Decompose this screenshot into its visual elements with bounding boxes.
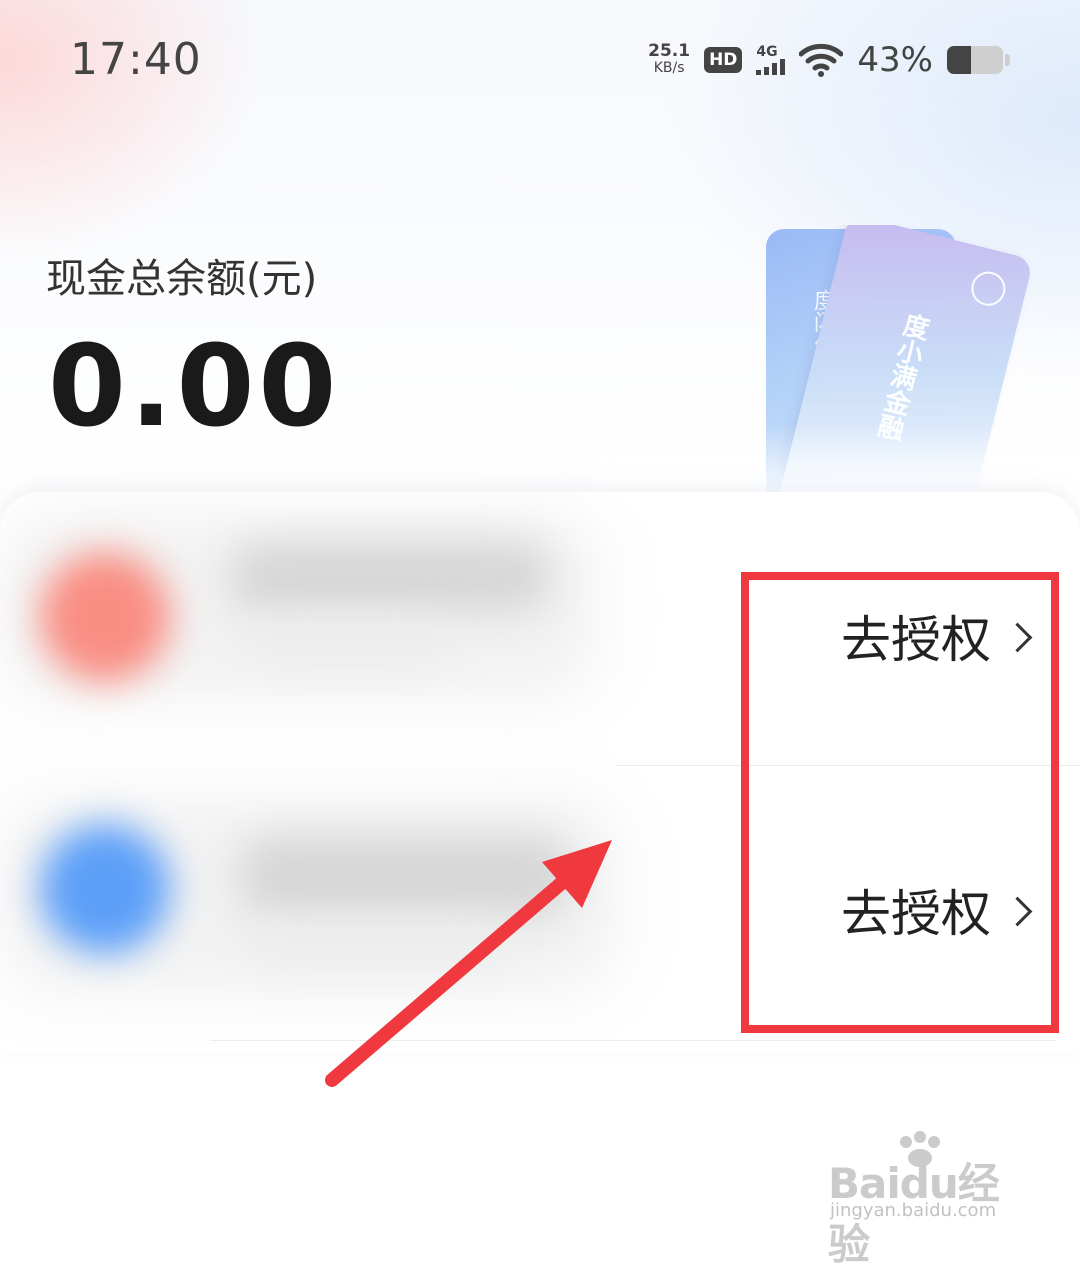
blurred-account-icon: [40, 824, 170, 954]
balance-value: 0.00: [48, 322, 341, 452]
card-emblem-icon: [967, 268, 1009, 310]
watermark-url: jingyan.baidu.com: [830, 1200, 997, 1221]
net-speed-indicator: 25.1 KB/s: [648, 43, 690, 77]
status-time: 17:40: [70, 34, 202, 85]
wifi-icon: [799, 43, 844, 77]
annotation-arrow-icon: [325, 840, 612, 1087]
network-type-label: 4G: [756, 44, 778, 60]
battery-cap: [1005, 54, 1010, 66]
status-icons: 25.1 KB/s HD 4G 43%: [648, 38, 1010, 82]
card-front-text: 度小满金融: [871, 309, 932, 443]
net-speed-value: 25.1: [648, 41, 691, 61]
balance-label: 现金总余额(元): [46, 256, 318, 302]
battery-fill: [947, 46, 972, 74]
cellular-signal-icon: 4G: [756, 44, 786, 75]
annotation-highlight-box: [741, 572, 1059, 1033]
cards-illustration: 度闪付余额 度小满金融: [760, 225, 1060, 495]
baidu-jingyan-watermark: Baidu经验 jingyan.baidu.com: [828, 1130, 1028, 1269]
blurred-account-icon: [40, 552, 170, 682]
battery-percent: 43%: [857, 40, 933, 80]
hd-icon: HD: [704, 47, 743, 73]
blurred-account-detail: [250, 622, 450, 662]
net-speed-unit: KB/s: [653, 60, 685, 76]
battery-icon: [947, 46, 1003, 74]
blurred-account-name: [230, 542, 550, 612]
